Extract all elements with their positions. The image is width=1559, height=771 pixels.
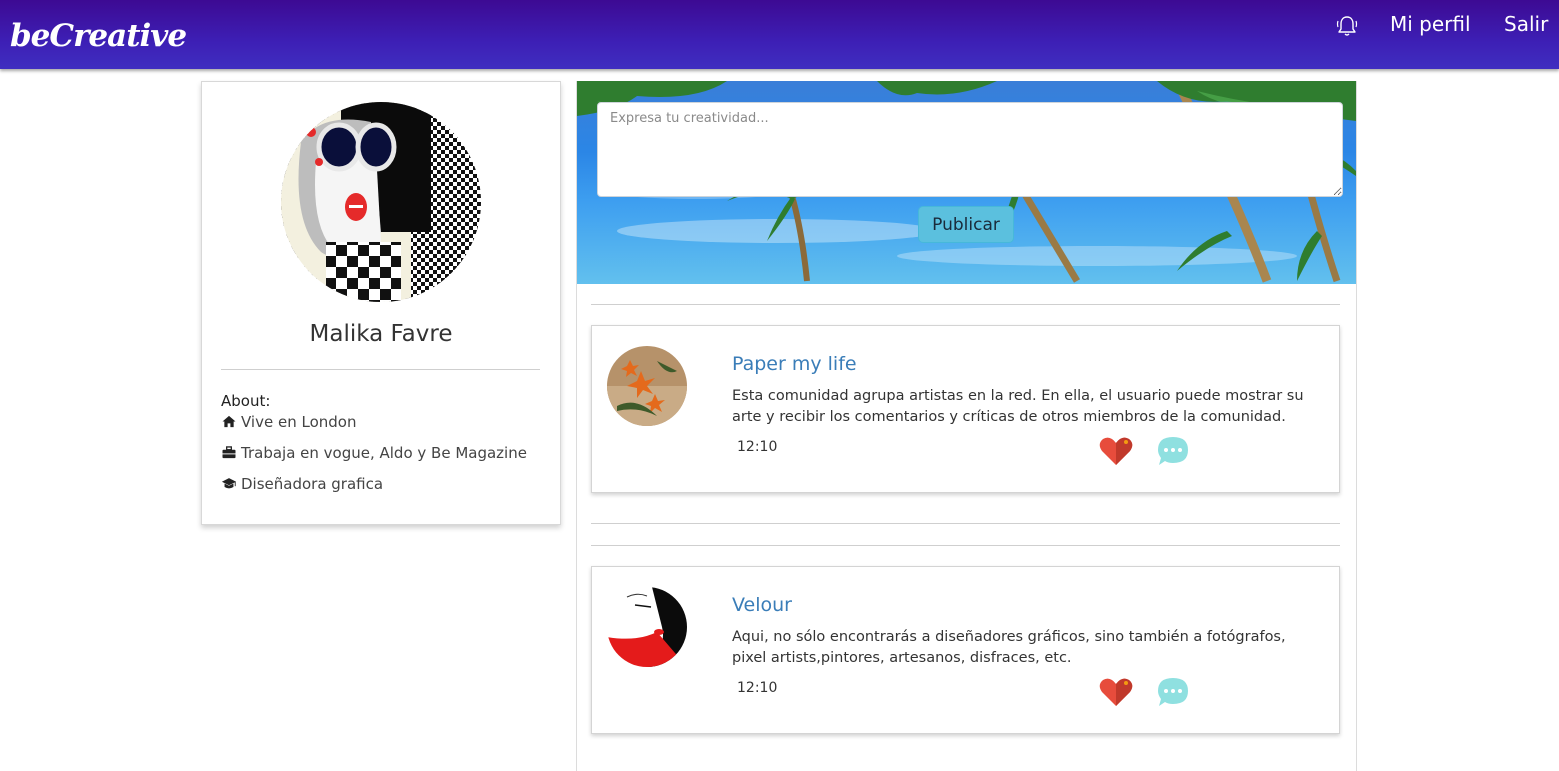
post-title-link[interactable]: Velour (732, 594, 792, 616)
post-time: 12:10 (737, 680, 778, 696)
about-item-text: Trabaja en vogue, Aldo y Be Magazine (241, 444, 527, 462)
post-time: 12:10 (737, 439, 778, 455)
post-avatar[interactable] (607, 346, 687, 426)
graduation-cap-icon (221, 478, 237, 489)
publish-button[interactable]: Publicar (918, 206, 1014, 243)
about-item-location: Vive en London (221, 413, 356, 431)
post-card: Velour Aqui, no sólo encontrarás a diseñ… (591, 566, 1340, 734)
heart-icon[interactable] (1099, 677, 1133, 707)
feed-divider (591, 523, 1340, 524)
feed-divider (591, 304, 1340, 305)
about-item-text: Diseñadora grafica (241, 475, 384, 493)
nav-logout-link[interactable]: Salir (1504, 12, 1548, 36)
post-card: Paper my life Esta comunidad agrupa arti… (591, 325, 1340, 493)
composer-banner: Publicar (577, 81, 1356, 284)
profile-card: Malika Favre About: Vive en London Traba… (201, 81, 561, 525)
about-item-text: Vive en London (241, 413, 357, 431)
post-composer-input[interactable] (597, 102, 1343, 197)
post-body: Esta comunidad agrupa artistas en la red… (732, 388, 1304, 425)
about-title: About: (221, 392, 271, 410)
profile-name: Malika Favre (309, 321, 453, 347)
comment-icon[interactable] (1156, 676, 1190, 708)
home-icon (222, 415, 236, 428)
post-title-link[interactable]: Paper my life (732, 353, 857, 375)
about-item-education: Diseñadora grafica (221, 475, 383, 493)
top-navbar: beCreative Mi perfil Salir (0, 0, 1559, 69)
bell-icon[interactable] (1335, 14, 1359, 38)
about-item-work: Trabaja en vogue, Aldo y Be Magazine (221, 444, 527, 462)
feed-column: Publicar Paper my life Esta comunidad ag… (576, 81, 1357, 771)
feed-divider (591, 545, 1340, 546)
brand-logo[interactable]: beCreative (10, 18, 187, 54)
profile-avatar (281, 102, 481, 302)
post-avatar[interactable] (607, 587, 687, 667)
heart-icon[interactable] (1099, 436, 1133, 466)
profile-divider (221, 369, 540, 370)
nav-my-profile-link[interactable]: Mi perfil (1390, 12, 1471, 36)
comment-icon[interactable] (1156, 435, 1190, 467)
post-body: Aqui, no sólo encontrarás a diseñadores … (732, 629, 1286, 666)
briefcase-icon (222, 446, 236, 459)
